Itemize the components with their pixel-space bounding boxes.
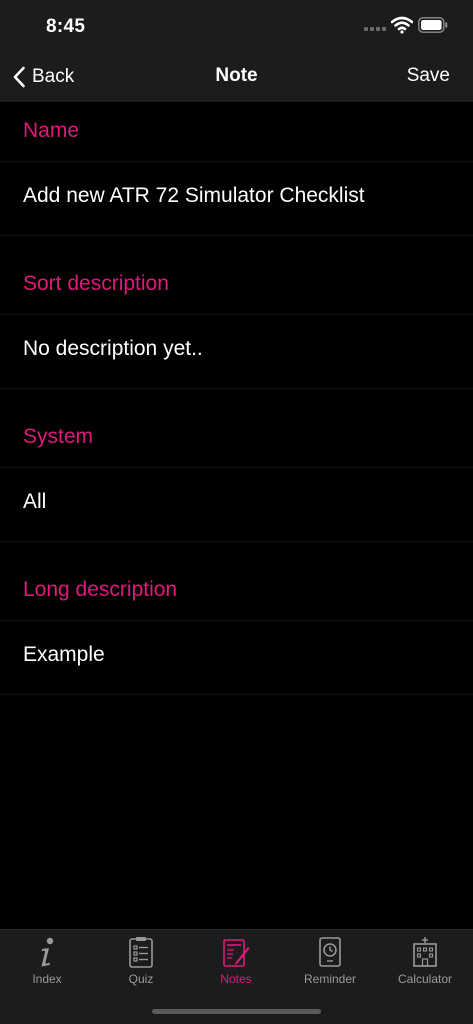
clipboard-icon [129,937,153,968]
tab-index[interactable]: Index [0,930,94,990]
section-sort-description: Sort description No description yet.. [0,255,473,408]
tab-label: Index [32,972,62,986]
tab-notes[interactable]: Notes [189,930,283,990]
tab-label: Calculator [397,972,453,986]
tab-quiz[interactable]: Quiz [94,930,188,990]
home-indicator [152,1009,321,1014]
save-button[interactable]: Save [407,65,450,87]
section-header-name: Name [0,102,473,162]
section-long-description: Long description Example [0,561,473,714]
long-description-field[interactable]: Example [0,621,473,695]
page-title: Note [215,65,258,86]
tab-label: Reminder [303,972,357,986]
sort-description-field[interactable]: No description yet.. [0,315,473,389]
tab-reminder[interactable]: Reminder [283,930,377,990]
building-icon [413,937,437,967]
signal-icon [364,27,386,33]
clock-icon [319,937,341,967]
section-system: System All [0,408,473,561]
section-name: Name Add new ATR 72 Simulator Checklist [0,102,473,255]
nav-bar: Back Note Save [0,52,473,102]
name-field[interactable]: Add new ATR 72 Simulator Checklist [0,162,473,236]
tab-label: Notes [220,972,252,986]
system-field[interactable]: All [0,468,473,542]
section-header-sort-description: Sort description [0,255,473,315]
wifi-icon [391,16,413,34]
screen: 8:45 Back Note Save Name Add new ATR 72 … [0,0,473,1024]
tab-calculator[interactable]: Calculator [378,930,472,990]
tab-label: Quiz [128,972,154,986]
section-header-long-description: Long description [0,561,473,621]
info-icon [41,937,54,967]
status-bar: 8:45 [0,0,473,52]
battery-icon [418,17,448,33]
section-header-system: System [0,408,473,468]
note-form: Name Add new ATR 72 Simulator Checklist … [0,102,473,714]
notes-icon [223,939,250,967]
status-time: 8:45 [46,16,86,37]
